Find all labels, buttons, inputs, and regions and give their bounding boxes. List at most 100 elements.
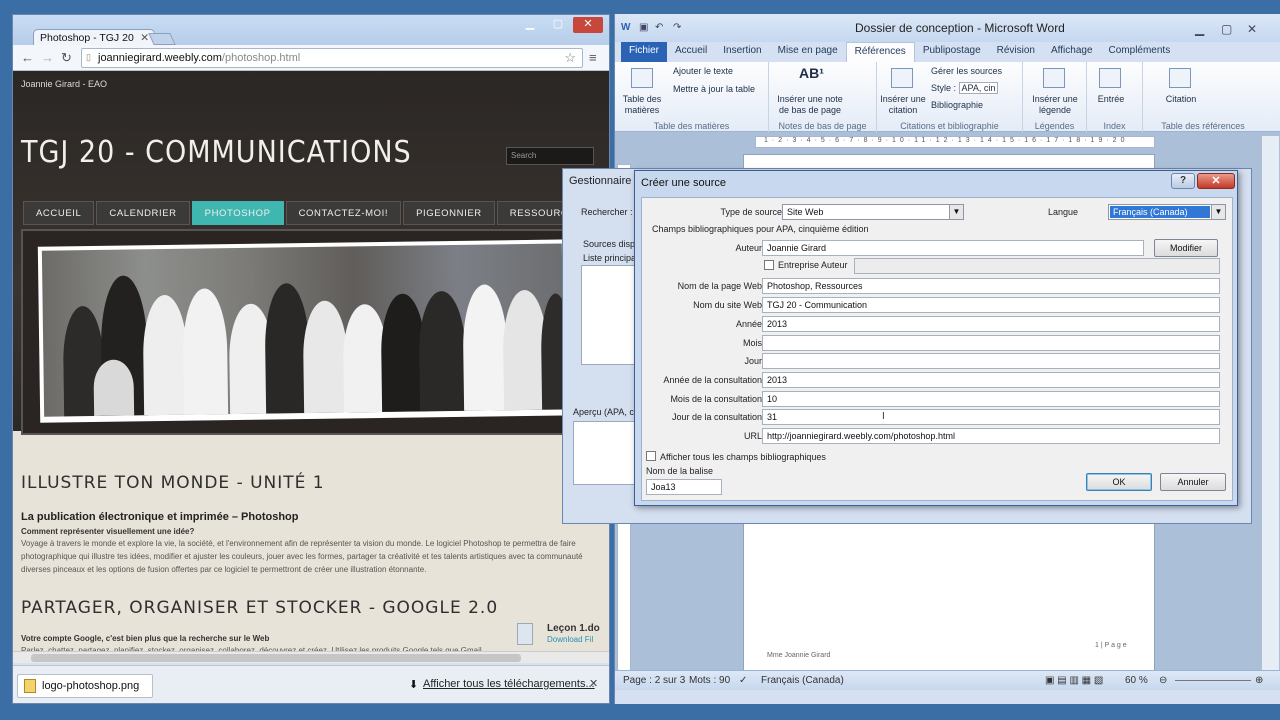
insert-caption-button[interactable]: Insérer une légende bbox=[1025, 94, 1085, 116]
document-icon bbox=[517, 623, 533, 645]
tab-affichage[interactable]: Affichage bbox=[1043, 42, 1101, 62]
tab-complements[interactable]: Compléments bbox=[1101, 42, 1179, 62]
toc-icon bbox=[631, 68, 653, 88]
nav-accueil[interactable]: ACCUEIL bbox=[23, 201, 95, 225]
maximize-icon[interactable]: ▢ bbox=[545, 17, 571, 33]
nav-photoshop[interactable]: PHOTOSHOP bbox=[191, 201, 284, 225]
back-icon[interactable]: ← bbox=[21, 50, 34, 65]
site-title[interactable]: TGJ 20 - COMMUNICATIONS bbox=[21, 135, 412, 170]
horizontal-ruler[interactable]: 1·2·3·4·5·6·7·8·9·10·11·12·13·14·15·16·1… bbox=[755, 136, 1155, 148]
style-select[interactable]: APA, cin bbox=[958, 82, 999, 94]
corporate-author-checkbox[interactable] bbox=[764, 260, 774, 270]
tag-name-field[interactable]: Joa13 bbox=[646, 479, 722, 495]
update-table-button[interactable]: Mettre à jour la table bbox=[673, 84, 755, 94]
tab-references[interactable]: Références bbox=[845, 42, 915, 62]
modify-author-button[interactable]: Modifier bbox=[1154, 239, 1218, 257]
tab-insertion[interactable]: Insertion bbox=[715, 42, 769, 62]
source-type-row: Type de source Site Web ▼ Langue Français… bbox=[642, 204, 1234, 222]
view-layout-icons[interactable]: ▣ ▤ ▥ ▦ ▧ bbox=[1045, 675, 1103, 686]
ok-button[interactable]: OK bbox=[1086, 473, 1152, 491]
site-nav: ACCUEIL CALENDRIER PHOTOSHOP CONTACTEZ-M… bbox=[23, 201, 596, 225]
cancel-button[interactable]: Annuler bbox=[1160, 473, 1226, 491]
field-row: Année 2013 bbox=[642, 316, 1234, 334]
tab-title: Photoshop - TGJ 20 bbox=[40, 32, 134, 44]
author-field[interactable]: Joannie Girard bbox=[762, 240, 1144, 256]
close-downloads-icon[interactable]: ✕ bbox=[589, 677, 598, 690]
zoom-in-icon[interactable]: ⊕ bbox=[1255, 675, 1263, 686]
website-name-field[interactable]: TGJ 20 - Communication bbox=[762, 297, 1220, 313]
download-item[interactable]: logo-photoshop.png bbox=[17, 674, 153, 698]
close-window-icon[interactable]: ✕ bbox=[573, 17, 603, 33]
word-minimize-icon[interactable]: ▁ bbox=[1195, 22, 1204, 36]
group-toa: Citation Table des références bbox=[1143, 62, 1263, 132]
forward-icon[interactable]: → bbox=[41, 50, 54, 65]
insert-citation-button[interactable]: Insérer une citation bbox=[879, 94, 927, 116]
show-all-fields-checkbox[interactable] bbox=[646, 451, 656, 461]
bibliography-button[interactable]: Bibliographie bbox=[931, 100, 983, 110]
word-vertical-scrollbar[interactable] bbox=[1261, 136, 1279, 680]
undo-icon[interactable]: ↶ bbox=[655, 22, 663, 33]
dialog-close-button[interactable]: ✕ bbox=[1197, 173, 1235, 189]
minimize-icon[interactable]: ▁ bbox=[517, 17, 543, 33]
tab-revision[interactable]: Révision bbox=[989, 42, 1043, 62]
day-field[interactable] bbox=[762, 353, 1220, 369]
new-tab-button[interactable] bbox=[148, 33, 176, 45]
horizontal-scrollbar[interactable] bbox=[13, 651, 609, 663]
nav-pigeonnier[interactable]: PIGEONNIER bbox=[403, 201, 495, 225]
citation-button[interactable]: Citation bbox=[1157, 94, 1205, 105]
tab-publipostage[interactable]: Publipostage bbox=[915, 42, 989, 62]
download-link[interactable]: Download Fil bbox=[547, 635, 593, 644]
tab-fichier[interactable]: Fichier bbox=[621, 42, 668, 62]
ribbon-tabs: Fichier Accueil Insertion Mise en page R… bbox=[615, 42, 1280, 62]
zoom-slider[interactable] bbox=[1175, 680, 1251, 681]
entry-button[interactable]: Entrée bbox=[1091, 94, 1131, 105]
year-accessed-field[interactable]: 2013 bbox=[762, 372, 1220, 388]
field-row: Nom de la page Web Photoshop, Ressources bbox=[642, 278, 1234, 296]
proofing-icon[interactable]: ✓ bbox=[739, 675, 747, 686]
word-title: Dossier de conception - Microsoft Word bbox=[855, 21, 1065, 35]
show-all-downloads-link[interactable]: Afficher tous les téléchargements... bbox=[423, 678, 595, 690]
insert-footnote-button[interactable]: Insérer une note de bas de page bbox=[773, 94, 847, 116]
field-label: Mois bbox=[742, 338, 762, 348]
source-type-select[interactable]: Site Web ▼ bbox=[782, 204, 964, 220]
download-widget[interactable]: Leçon 1.do Download Fil bbox=[517, 623, 605, 653]
tab-accueil[interactable]: Accueil bbox=[667, 42, 715, 62]
month-field[interactable] bbox=[762, 335, 1220, 351]
language-select[interactable]: Français (Canada) ▼ bbox=[1108, 204, 1226, 220]
section1-text: Voyage à travers le monde et explore la … bbox=[21, 539, 583, 574]
bookmark-star-icon[interactable]: ☆ bbox=[564, 50, 576, 66]
month-accessed-field[interactable]: 10 bbox=[762, 391, 1220, 407]
manage-sources-button[interactable]: Gérer les sources bbox=[931, 66, 1002, 76]
site-brand[interactable]: Joannie Girard - EAO bbox=[21, 79, 107, 89]
show-all-fields-label: Afficher tous les champs bibliographique… bbox=[660, 452, 826, 462]
word-close-icon[interactable]: ✕ bbox=[1247, 22, 1257, 36]
day-accessed-field[interactable]: 31 bbox=[762, 409, 1220, 425]
tab-mise-en-page[interactable]: Mise en page bbox=[770, 42, 846, 62]
nav-contactez-moi[interactable]: CONTACTEZ-MOI! bbox=[285, 201, 402, 225]
word-restore-icon[interactable]: ▢ bbox=[1221, 22, 1232, 36]
status-words[interactable]: Mots : 90 bbox=[689, 675, 730, 686]
year-field[interactable]: 2013 bbox=[762, 316, 1220, 332]
nav-calendrier[interactable]: CALENDRIER bbox=[96, 201, 190, 225]
add-text-button[interactable]: Ajouter le texte bbox=[673, 66, 733, 76]
save-icon[interactable]: ▣ bbox=[639, 22, 648, 33]
redo-icon[interactable]: ↷ bbox=[673, 22, 681, 33]
site-search-input[interactable]: Search bbox=[506, 147, 594, 165]
master-list-label: Liste principal bbox=[583, 253, 639, 263]
status-zoom[interactable]: 60 % bbox=[1125, 675, 1148, 686]
status-language[interactable]: Français (Canada) bbox=[761, 675, 844, 686]
status-page[interactable]: Page : 2 sur 3 bbox=[623, 675, 685, 686]
url-field[interactable]: http://joanniegirard.weebly.com/photosho… bbox=[762, 428, 1220, 444]
preview-box bbox=[573, 421, 637, 485]
reload-icon[interactable]: ↻ bbox=[61, 50, 72, 66]
corporate-author-field bbox=[854, 258, 1220, 274]
menu-icon[interactable]: ≡ bbox=[589, 50, 597, 65]
download-title: Leçon 1.do bbox=[547, 623, 600, 634]
toc-button[interactable]: Table des matières bbox=[617, 94, 667, 116]
help-button[interactable]: ? bbox=[1171, 173, 1195, 189]
group-captions-label: Légendes bbox=[1034, 121, 1075, 131]
web-page-name-field[interactable]: Photoshop, Ressources bbox=[762, 278, 1220, 294]
address-bar[interactable]: ▯ joanniegirard.weebly.com/photoshop.htm… bbox=[81, 48, 583, 68]
zoom-out-icon[interactable]: ⊖ bbox=[1159, 675, 1167, 686]
master-list-box[interactable] bbox=[581, 265, 637, 365]
